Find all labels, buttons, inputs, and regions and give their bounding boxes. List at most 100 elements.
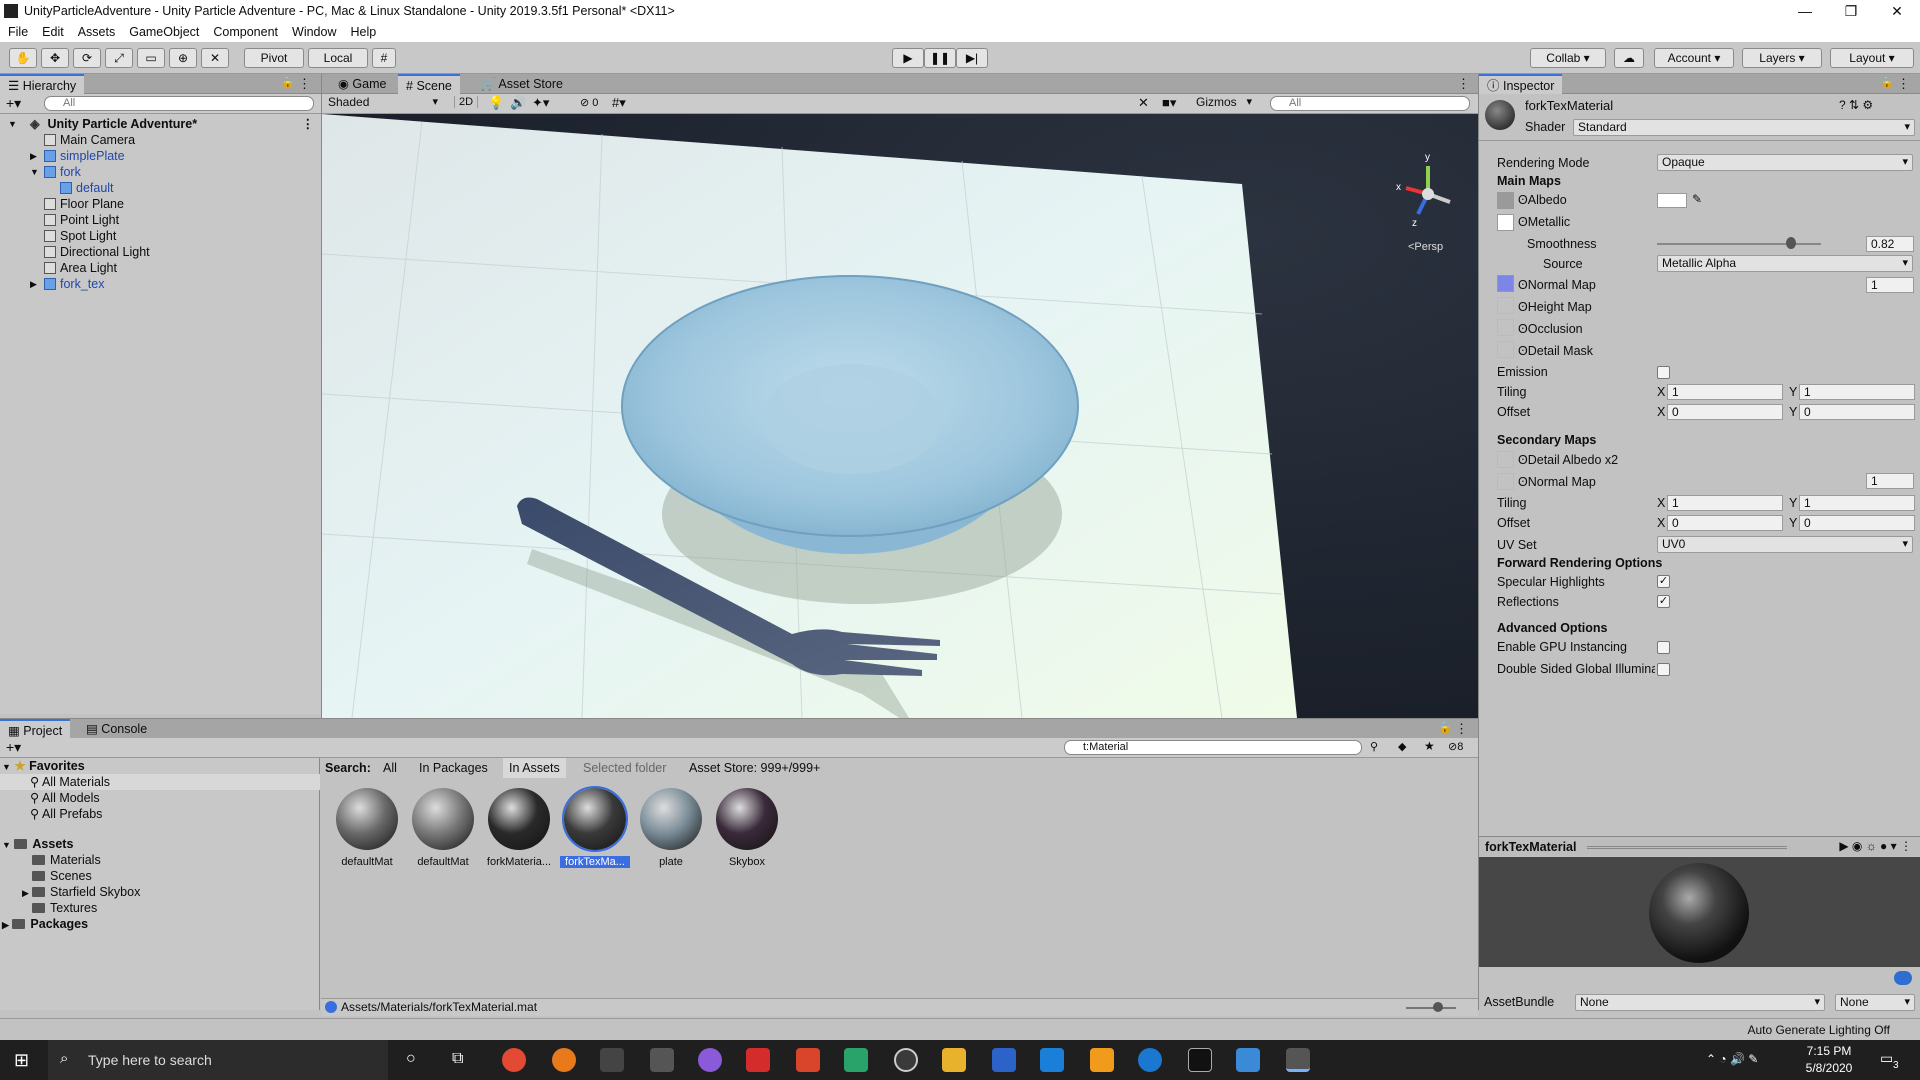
sec-tiling-y-field[interactable]: 1	[1799, 495, 1915, 511]
specular-highlights-checkbox[interactable]: ✓	[1657, 575, 1670, 588]
app-red-2-icon[interactable]	[796, 1048, 820, 1072]
secondary-normal-slot[interactable]	[1497, 473, 1514, 490]
lock-icon[interactable]: 🔒	[1438, 721, 1452, 734]
asset-store-count[interactable]: Asset Store: 999+/999+	[689, 758, 820, 778]
smoothness-slider-track[interactable]	[1657, 243, 1821, 245]
sec-offset-y-field[interactable]: 0	[1799, 515, 1915, 531]
blender-icon[interactable]	[552, 1048, 576, 1072]
lock-icon[interactable]: 🔒	[1880, 76, 1894, 89]
asset-folder-row[interactable]: Textures	[22, 900, 97, 916]
albedo-color-swatch[interactable]	[1657, 193, 1687, 208]
sec-tiling-x-field[interactable]: 1	[1667, 495, 1783, 511]
filter-selected-folder[interactable]: Selected folder	[583, 758, 666, 778]
windows-start-icon[interactable]: ⊞	[14, 1050, 29, 1071]
normal-map-slot[interactable]	[1497, 275, 1514, 292]
clock-date[interactable]: 5/8/2020	[1794, 1061, 1864, 1075]
rect-tool-icon[interactable]: ▭	[137, 48, 165, 68]
tab-game[interactable]: ◉ Game	[330, 74, 394, 94]
tab-scene[interactable]: # Scene	[398, 74, 460, 94]
shading-dropdown[interactable]: Shaded	[324, 95, 442, 112]
rendering-mode-dropdown[interactable]: Opaque	[1657, 154, 1913, 171]
expand-arrow-icon[interactable]: ▼	[2, 762, 11, 772]
project-search-input[interactable]: t:Material	[1064, 740, 1362, 755]
task-view-icon[interactable]: ⧉	[452, 1050, 463, 1068]
favorite-star-icon[interactable]: ★	[1424, 739, 1435, 753]
create-plus-icon[interactable]: +▾	[6, 95, 21, 112]
shader-dropdown[interactable]: Standard	[1573, 119, 1915, 136]
menu-help[interactable]: Help	[350, 25, 376, 39]
scale-tool-icon[interactable]: ⤢	[105, 48, 133, 68]
store-icon[interactable]	[992, 1048, 1016, 1072]
help-icon[interactable]: ? ⇅ ⚙	[1839, 98, 1873, 112]
taskbar-search-box[interactable]: ⌕ Type here to search	[48, 1040, 388, 1080]
favorites-row[interactable]: ▼ ★ Favorites	[2, 758, 85, 774]
unity-hub-icon[interactable]	[600, 1048, 624, 1072]
scene-search-input[interactable]: All	[1270, 96, 1470, 111]
account-dropdown[interactable]: Account ▾	[1654, 48, 1734, 68]
menu-assets[interactable]: Assets	[78, 25, 116, 39]
hierarchy-item[interactable]: Main Camera	[44, 132, 135, 148]
uv-set-dropdown[interactable]: UV0	[1657, 536, 1913, 553]
effects-toggle-icon[interactable]: ✦▾	[532, 95, 549, 111]
filter-type-icon[interactable]: ⚲	[1370, 740, 1378, 753]
play-button[interactable]: ▶	[892, 48, 924, 68]
tool-icon[interactable]	[650, 1048, 674, 1072]
transform-tool-icon[interactable]: ⊕	[169, 48, 197, 68]
assets-row[interactable]: ▼ Assets	[2, 836, 73, 852]
toggle-2d-button[interactable]: 2D	[454, 96, 479, 108]
photos-icon[interactable]	[1236, 1048, 1260, 1072]
hierarchy-item[interactable]: Point Light	[44, 212, 119, 228]
menu-component[interactable]: Component	[213, 25, 278, 39]
asset-item[interactable]: forkMateria...	[484, 788, 554, 868]
paint-icon[interactable]	[698, 1048, 722, 1072]
asset-folder-row[interactable]: Scenes	[22, 868, 92, 884]
maximize-button[interactable]: ❐	[1828, 0, 1874, 22]
packages-row[interactable]: ▶ Packages	[2, 916, 88, 932]
asset-item[interactable]: defaultMat	[332, 788, 402, 868]
source-dropdown[interactable]: Metallic Alpha	[1657, 255, 1913, 272]
menu-edit[interactable]: Edit	[42, 25, 64, 39]
detail-mask-slot[interactable]	[1497, 341, 1514, 358]
expand-arrow-icon[interactable]: ▼	[2, 840, 11, 850]
scene-menu-icon[interactable]: ⋮	[1457, 76, 1470, 92]
tools-icon[interactable]: ✕	[1138, 95, 1149, 111]
fav-all-prefabs[interactable]: ⚲ All Prefabs	[30, 806, 102, 822]
menu-window[interactable]: Window	[292, 25, 336, 39]
hierarchy-item[interactable]: ▼ fork	[30, 164, 81, 180]
scene-viewport[interactable]: y x z <Persp	[322, 114, 1478, 718]
double-sided-gi-checkbox[interactable]	[1657, 663, 1670, 676]
normal-scale-field[interactable]: 1	[1866, 277, 1914, 293]
label-tag-icon[interactable]	[1894, 971, 1912, 985]
filter-label-icon[interactable]: ◆	[1398, 740, 1406, 753]
grid-toggle-icon[interactable]: #▾	[612, 95, 626, 111]
file-explorer-icon[interactable]	[942, 1048, 966, 1072]
albedo-texture-slot[interactable]	[1497, 192, 1514, 209]
eyedropper-icon[interactable]: ✎	[1692, 192, 1702, 206]
expand-arrow-icon[interactable]: ▶	[30, 148, 37, 164]
tray-icons[interactable]: ⌃ ◔ 🔊 ✎	[1706, 1052, 1758, 1066]
fav-all-materials[interactable]: ⚲ All Materials	[0, 774, 320, 790]
panel-menu-icon[interactable]: ⋮	[1455, 721, 1468, 737]
custom-tool-icon[interactable]: ✕	[201, 48, 229, 68]
step-button[interactable]: ▶|	[956, 48, 988, 68]
occlusion-slot[interactable]	[1497, 319, 1514, 336]
hierarchy-search-input[interactable]: All	[44, 96, 314, 111]
preview-area[interactable]	[1479, 857, 1920, 967]
snap-icon[interactable]: #	[372, 48, 396, 68]
lighting-toggle-icon[interactable]: 💡	[488, 95, 504, 111]
detail-albedo-slot[interactable]	[1497, 451, 1514, 468]
terminal-icon[interactable]	[1188, 1048, 1212, 1072]
icon-size-slider[interactable]	[1406, 1007, 1456, 1009]
panel-menu-icon[interactable]: ⋮	[298, 76, 311, 92]
pause-button[interactable]: ❚❚	[924, 48, 956, 68]
emission-checkbox[interactable]	[1657, 366, 1670, 379]
hidden-packages-count[interactable]: ⊘8	[1448, 740, 1463, 753]
expand-arrow-icon[interactable]: ▶	[22, 885, 32, 901]
tiling-y-field[interactable]: 1	[1799, 384, 1915, 400]
gpu-instancing-checkbox[interactable]	[1657, 641, 1670, 654]
smoothness-value-field[interactable]: 0.82	[1866, 236, 1914, 252]
preview-controls-icon[interactable]: ▶ ◉ ☼ ● ▾ ⋮	[1839, 839, 1912, 853]
layout-dropdown[interactable]: Layout ▾	[1830, 48, 1914, 68]
chrome-icon[interactable]	[502, 1048, 526, 1072]
icon-size-slider-thumb[interactable]	[1433, 1002, 1443, 1012]
